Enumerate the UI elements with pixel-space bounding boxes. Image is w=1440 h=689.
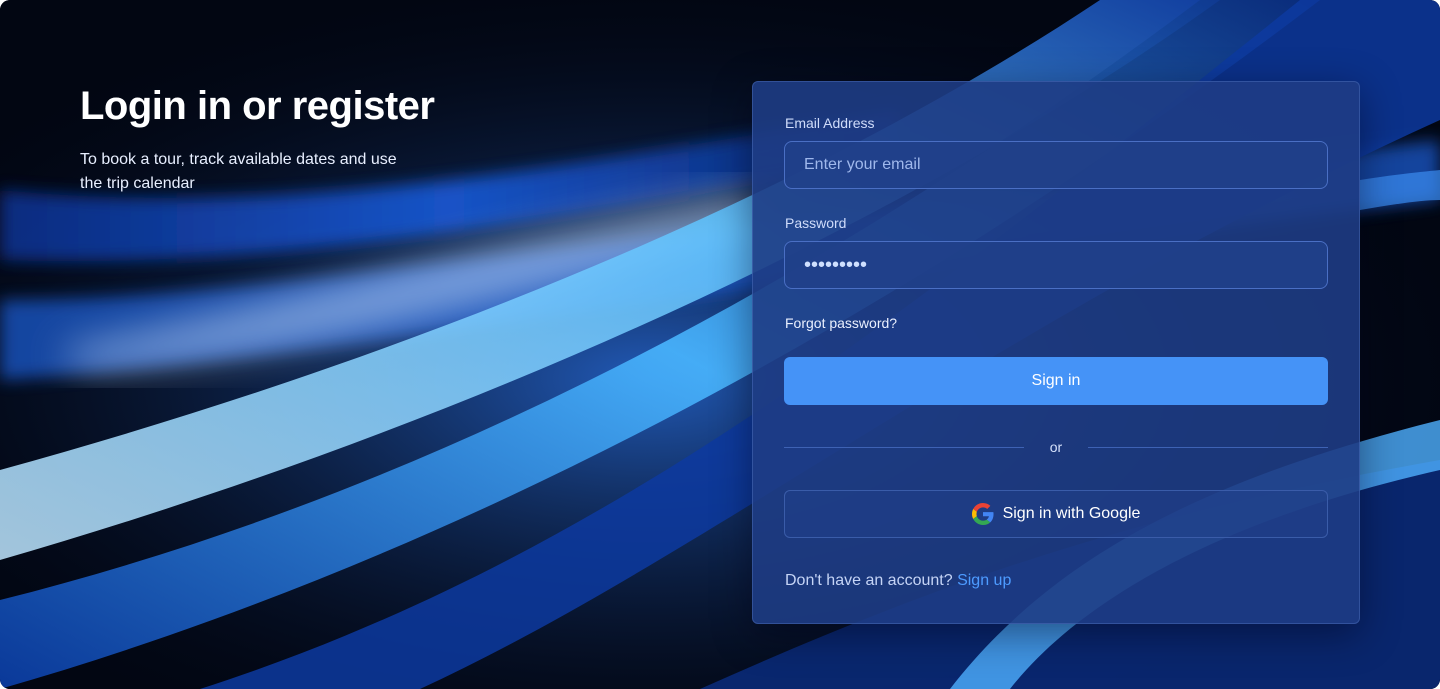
email-field[interactable]: Enter your email <box>784 141 1328 189</box>
signup-prompt-text: Don't have an account? <box>785 572 953 589</box>
signup-prompt: Don't have an account? Sign up <box>785 572 1011 590</box>
password-label: Password <box>785 215 847 231</box>
google-sign-in-button[interactable]: Sign in with Google <box>784 490 1328 538</box>
divider-line-right <box>1088 447 1328 448</box>
forgot-password-link[interactable]: Forgot password? <box>785 315 897 331</box>
email-label: Email Address <box>785 115 875 131</box>
page-title: Login in or register <box>80 84 435 128</box>
google-icon <box>971 503 994 525</box>
password-field[interactable]: ••••••••• <box>784 241 1328 289</box>
sign-in-button[interactable]: Sign in <box>784 357 1328 405</box>
google-sign-in-label: Sign in with Google <box>1002 505 1141 522</box>
hero-section: Login in or register To book a tour, tra… <box>80 82 640 196</box>
page-subtitle: To book a tour, track available dates an… <box>80 151 397 192</box>
login-card: Email Address Enter your email Password … <box>752 81 1360 624</box>
or-divider: or <box>784 439 1328 455</box>
login-page: Login in or register To book a tour, tra… <box>0 0 1440 689</box>
sign-up-link[interactable]: Sign up <box>957 572 1011 589</box>
